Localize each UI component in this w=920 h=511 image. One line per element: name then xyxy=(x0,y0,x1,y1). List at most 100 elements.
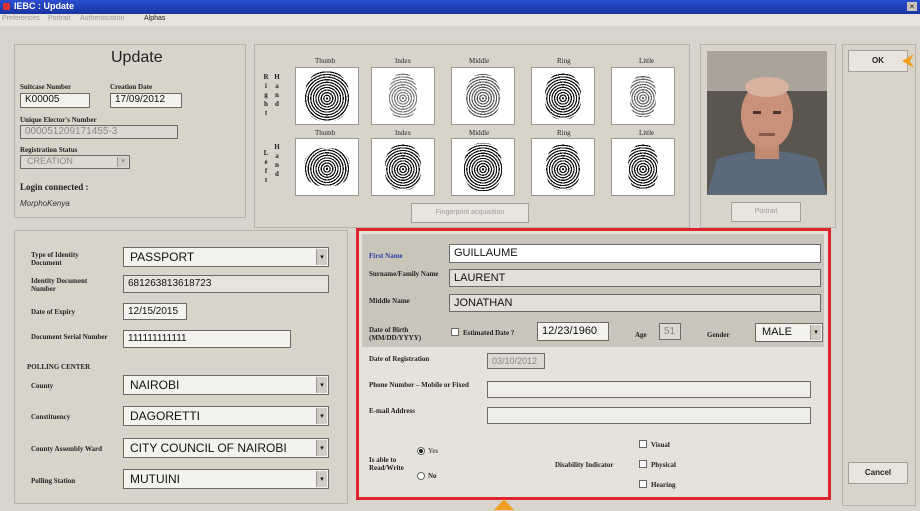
doc-type-select[interactable]: PASSPORT ▾ xyxy=(123,247,329,267)
polling-center-heading: POLLING CENTER xyxy=(27,363,91,371)
phone-field[interactable] xyxy=(487,381,811,398)
letter: d xyxy=(275,170,279,178)
right-hand-word: H a n d xyxy=(273,73,281,109)
suitcase-field[interactable]: K00005 xyxy=(20,93,90,108)
pointer-up-arrow-icon xyxy=(494,499,514,510)
station-value: MUTUINI xyxy=(130,472,180,486)
letter: L xyxy=(263,149,269,157)
doc-type-value: PASSPORT xyxy=(130,250,195,264)
fingerprint-right-index[interactable] xyxy=(371,67,435,125)
menu-authentication[interactable]: Authentication xyxy=(80,15,124,22)
readwrite-no-label: No xyxy=(428,472,437,480)
menu-preferences[interactable]: Preferences xyxy=(2,15,40,22)
fingerprint-left-middle[interactable] xyxy=(451,138,515,196)
fingerprint-right-little[interactable] xyxy=(611,67,675,125)
surname-field[interactable]: LAURENT xyxy=(449,269,821,287)
reg-status-select[interactable]: CREATION ▾ xyxy=(20,155,130,169)
fingerprint-left-little[interactable] xyxy=(611,138,675,196)
gender-label: Gender xyxy=(707,331,730,339)
serial-field[interactable]: 111111111111 xyxy=(123,330,291,348)
uen-field[interactable]: 000051209171455-3 xyxy=(20,125,178,139)
fingerprint-panel: R i g h t H a n d L e f t H a n d Thumb … xyxy=(254,44,690,228)
visual-checkbox[interactable] xyxy=(639,440,647,448)
middle-name-field[interactable]: JONATHAN xyxy=(449,294,821,312)
finger-label-index: Index xyxy=(395,57,411,65)
portrait-button[interactable]: Portrait xyxy=(731,202,801,222)
chevron-down-icon: ▾ xyxy=(316,377,327,393)
first-name-label: First Name xyxy=(369,252,403,260)
letter: n xyxy=(275,161,279,169)
ward-label: County Assembly Ward xyxy=(31,445,103,453)
finger-label-thumb: Thumb xyxy=(315,57,336,65)
constituency-select[interactable]: DAGORETTI ▾ xyxy=(123,406,329,426)
physical-label: Physical xyxy=(651,461,676,469)
first-name-field[interactable]: GUILLAUME xyxy=(449,244,821,263)
finger-label-ring: Ring xyxy=(557,129,571,137)
close-window-button[interactable]: × xyxy=(907,2,917,11)
cancel-button[interactable]: Cancel xyxy=(848,462,908,484)
middle-name-label: Middle Name xyxy=(369,297,410,305)
header-panel: Update Suitcase Number K00005 Creation D… xyxy=(14,44,246,218)
county-label: County xyxy=(31,382,54,390)
readwrite-no-radio[interactable] xyxy=(417,472,425,480)
finger-label-little: Little xyxy=(639,129,655,137)
fingerprint-right-thumb[interactable] xyxy=(295,67,359,125)
pointer-arrow-icon xyxy=(902,54,914,68)
estimated-date-checkbox[interactable] xyxy=(451,328,459,336)
dob-field[interactable]: 12/23/1960 xyxy=(537,322,609,341)
gender-select[interactable]: MALE ▾ xyxy=(755,323,823,342)
gender-value: MALE xyxy=(762,326,792,338)
ok-button[interactable]: OK xyxy=(848,50,908,72)
creation-date-field[interactable]: 17/09/2012 xyxy=(110,93,182,108)
age-field[interactable]: 51 xyxy=(659,323,681,340)
title-bar: IEBC : Update × xyxy=(0,0,920,14)
left-hand-label: L e f t xyxy=(262,149,270,185)
county-select[interactable]: NAIROBI ▾ xyxy=(123,375,329,395)
fingerprint-left-ring[interactable] xyxy=(531,138,595,196)
expiry-label: Date of Expiry xyxy=(31,308,75,316)
suitcase-label: Suitcase Number xyxy=(20,83,72,91)
readwrite-yes-label: Yes xyxy=(428,447,439,455)
ward-select[interactable]: CITY COUNCIL OF NAIROBI ▾ xyxy=(123,438,329,458)
finger-label-middle: Middle xyxy=(469,57,490,65)
menu-alphas[interactable]: Alphas xyxy=(144,15,165,22)
ward-value: CITY COUNCIL OF NAIROBI xyxy=(130,441,287,455)
letter: i xyxy=(265,82,267,90)
menu-portrait[interactable]: Portrait xyxy=(48,15,71,22)
finger-label-little: Little xyxy=(639,57,655,65)
personal-info-panel: First Name GUILLAUME Surname/Family Name… xyxy=(356,228,831,500)
identity-panel: Type of Identity Document PASSPORT ▾ Ide… xyxy=(14,230,348,504)
letter: t xyxy=(264,176,268,184)
chevron-down-icon: ▾ xyxy=(316,249,327,265)
letter: t xyxy=(264,109,268,117)
readwrite-yes-radio[interactable] xyxy=(417,447,425,455)
letter: H xyxy=(274,73,280,81)
fingerprint-acquisition-button[interactable]: Fingerprint acquisition xyxy=(411,203,529,223)
doc-number-field[interactable]: 681263813618723 xyxy=(123,275,329,293)
estimated-date-label: Estimated Date ? xyxy=(463,329,515,337)
email-field[interactable] xyxy=(487,407,811,424)
expiry-field[interactable]: 12/15/2015 xyxy=(123,303,187,320)
fingerprint-left-index[interactable] xyxy=(371,138,435,196)
reg-date-field[interactable]: 03/10/2012 xyxy=(487,353,545,369)
readwrite-label: Is able to Read/Write xyxy=(369,456,404,472)
physical-checkbox[interactable] xyxy=(639,460,647,468)
reg-status-value: CREATION xyxy=(27,156,73,166)
county-value: NAIROBI xyxy=(130,378,180,392)
hearing-checkbox[interactable] xyxy=(639,480,647,488)
letter: a xyxy=(275,152,279,160)
fingerprint-left-thumb[interactable] xyxy=(295,138,359,196)
finger-label-thumb: Thumb xyxy=(315,129,336,137)
letter: e xyxy=(264,158,268,166)
left-hand-word: H a n d xyxy=(273,143,281,179)
letter: a xyxy=(275,82,279,90)
login-value: MorphoKenya xyxy=(20,199,70,208)
visual-label: Visual xyxy=(651,441,670,449)
station-label: Polling Station xyxy=(31,477,76,485)
hearing-label: Hearing xyxy=(651,481,676,489)
station-select[interactable]: MUTUINI ▾ xyxy=(123,469,329,489)
right-hand-label: R i g h t xyxy=(262,73,270,118)
fingerprint-right-middle[interactable] xyxy=(451,67,515,125)
menu-bar: Preferences Portrait Authentication Alph… xyxy=(0,14,920,26)
fingerprint-right-ring[interactable] xyxy=(531,67,595,125)
